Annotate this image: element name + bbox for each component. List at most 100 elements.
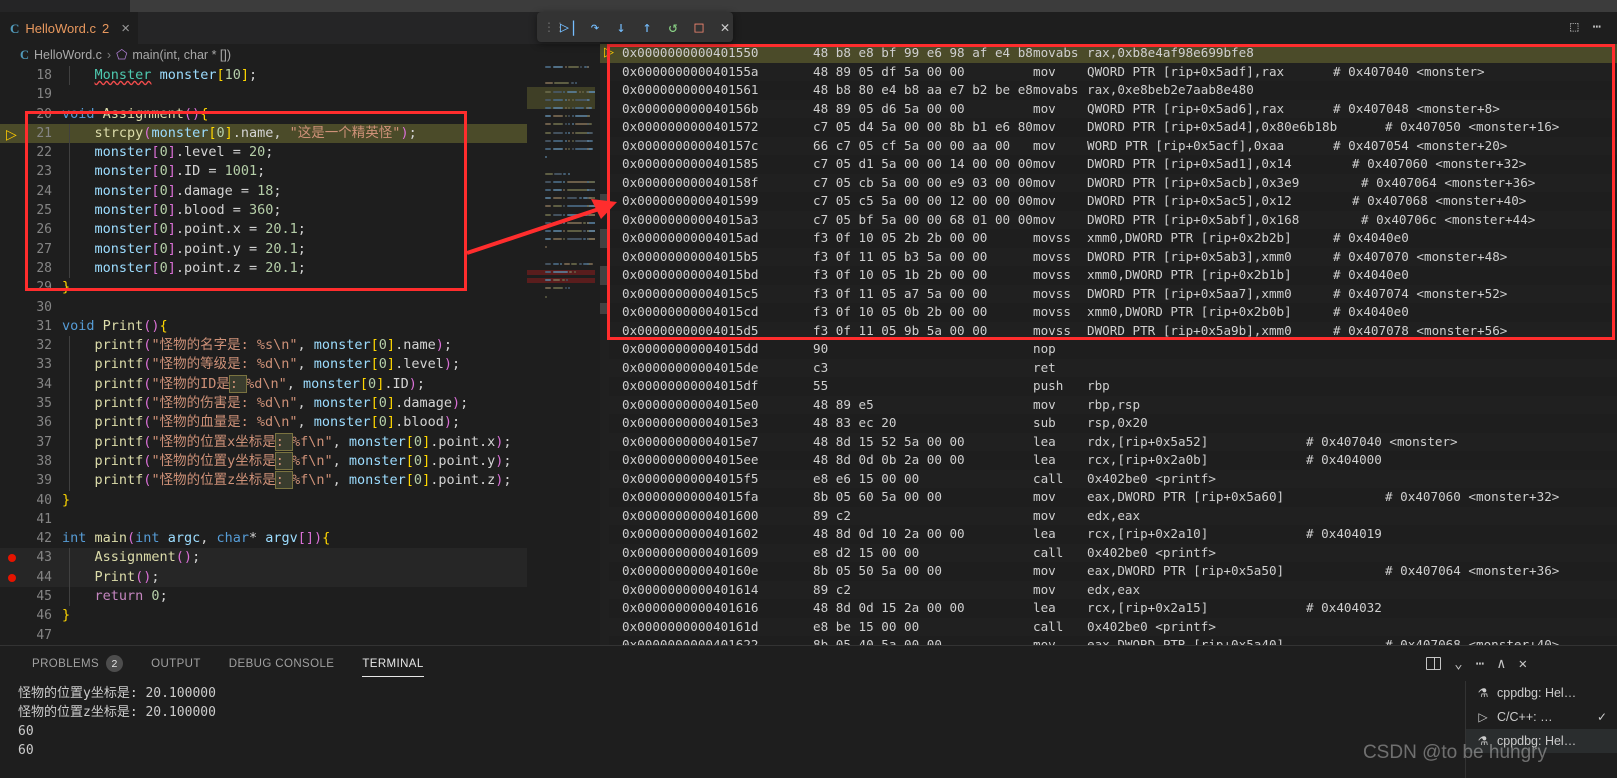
disassembly-row[interactable]: 0x00000000004015e7 48 8d 15 52 5a 00 00 le… [600,432,1617,451]
code-line[interactable]: 37 printf("怪物的位置x坐标是: %f\n", monster[0].… [0,432,600,452]
close-icon[interactable]: × [121,20,130,37]
minimap-line [571,98,574,101]
chevron-down-icon[interactable]: ⌄ [1454,656,1462,672]
continue-button[interactable]: ▷| [557,15,581,39]
maximize-panel-icon[interactable]: ∧ [1497,656,1505,672]
close-debug-button[interactable]: ✕ [713,15,737,39]
disassembly-row[interactable]: 0x000000000040157c 66 c7 05 cf 5a 00 00 a… [600,136,1617,155]
step-into-button[interactable]: ↓ [609,15,633,39]
disassembly-row[interactable]: ▷ 0x0000000000401550 48 b8 e8 bf 99 e6 98 … [600,44,1617,63]
disassembly-row[interactable]: 0x0000000000401609 e8 d2 15 00 00 call 0x40… [600,543,1617,562]
panel-tab-terminal[interactable]: TERMINAL [348,646,437,681]
disassembly-view[interactable]: ▷ 0x0000000000401550 48 b8 e8 bf 99 e6 98 … [600,44,1617,652]
split-editor-icon[interactable]: ⬚ [1570,19,1578,35]
code-line[interactable]: 47 [0,626,600,645]
disassembly-row[interactable]: 0x00000000004015cd f3 0f 10 05 0b 2b 00 0… [600,303,1617,322]
disassembly-row[interactable]: 0x00000000004015f5 e8 e6 15 00 00 call 0x40… [600,469,1617,488]
code-line[interactable]: 35 printf("怪物的伤害是: %d\n", monster[0].dam… [0,394,600,414]
disassembly-row[interactable]: 0x0000000000401572 c7 05 d4 5a 00 00 8b b… [600,118,1617,137]
more-actions-icon[interactable]: ⋯ [1476,656,1484,672]
disassembly-row[interactable]: 0x00000000004015dd 90 nop [600,340,1617,359]
code-line[interactable]: 31 void Print(){ [0,317,600,336]
disassembly-row[interactable]: 0x00000000004015e3 48 83 ec 20 sub rsp,0x20 [600,414,1617,433]
instruction-mnemonic: lea [1033,526,1056,541]
code-line[interactable]: 42 int main(int argc, char* argv[]){ [0,529,600,548]
panel-tab-problems[interactable]: PROBLEMS 2 [18,646,137,681]
code-line[interactable]: 27 monster[0].point.y = 20.1; [0,239,600,259]
code-line[interactable]: 26 monster[0].point.x = 20.1; [0,220,600,240]
drag-handle-icon[interactable]: ⋮⋮ [543,20,566,34]
minimap[interactable] [527,44,595,645]
code-line[interactable]: 18 Monster monster[10]; [0,66,600,86]
code-line[interactable]: 22 monster[0].level = 20; [0,143,600,163]
breadcrumb-symbol[interactable]: main(int, char * []) [132,48,231,62]
code-line[interactable]: 44 Print(); [0,567,600,588]
disassembly-row[interactable]: 0x00000000004015ee 48 8d 0d 0b 2a 00 00 le… [600,451,1617,470]
disassembly-row[interactable]: 0x000000000040156b 48 89 05 d6 5a 00 00 mo… [600,99,1617,118]
breadcrumb-file[interactable]: HelloWord.c [34,48,102,62]
code-line[interactable]: 28 monster[0].point.z = 20.1; [0,258,600,279]
disassembly-row[interactable]: 0x000000000040158f c7 05 cb 5a 00 00 e9 0… [600,173,1617,192]
code-editor[interactable]: 18 Monster monster[10]; 19 20 void Assignme… [0,66,600,645]
code-line[interactable]: 24 monster[0].damage = 18; [0,181,600,202]
code-line[interactable]: 23 monster[0].ID = 1001; [0,162,600,182]
disassembly-row[interactable]: 0x00000000004015fa 8b 05 60 5a 00 00 mov ea… [600,488,1617,507]
disassembly-row[interactable]: 0x0000000000401616 48 8d 0d 15 2a 00 00 le… [600,599,1617,618]
code-line[interactable]: 33 printf("怪物的等级是: %d\n", monster[0].lev… [0,355,600,375]
disassembly-row[interactable]: 0x00000000004015ad f3 0f 10 05 2b 2b 00 0… [600,229,1617,248]
step-over-button[interactable]: ↷ [583,15,607,39]
code-line[interactable]: 34 printf("怪物的ID是: %d\n", monster[0].ID)… [0,374,600,395]
disassembly-row[interactable]: 0x00000000004015de c3 ret [600,358,1617,377]
code-line[interactable]: 30 [0,298,600,317]
close-panel-icon[interactable]: ✕ [1519,656,1527,672]
code-line[interactable]: 39 printf("怪物的位置z坐标是: %f\n", monster[0].… [0,471,600,491]
debug-toolbar[interactable]: ⋮⋮ ▷| ↷ ↓ ↑ ↺ □ ✕ [537,12,733,42]
terminal-session-item[interactable]: ▷ C/C++: … ✓ [1466,705,1617,729]
window-controls[interactable] [1467,0,1617,12]
disassembly-row[interactable]: 0x000000000040155a 48 89 05 df 5a 00 00 mo… [600,62,1617,81]
restart-button[interactable]: ↺ [661,15,685,39]
code-line[interactable]: 29} [0,278,600,297]
disassembly-row[interactable]: 0x0000000000401599 c7 05 c5 5a 00 00 12 0… [600,192,1617,211]
code-text: } [62,491,70,510]
disassembly-row[interactable]: 0x00000000004015c5 f3 0f 11 05 a7 5a 00 0… [600,284,1617,303]
code-line[interactable]: 38 printf("怪物的位置y坐标是: %f\n", monster[0].… [0,451,600,472]
terminal-session-item[interactable]: ⚗ cppdbg: Hel… [1466,681,1617,705]
instruction-mnemonic: sub [1033,415,1056,430]
disassembly-row[interactable]: 0x00000000004015e0 48 89 e5 mov rbp,rsp [600,395,1617,414]
panel-tab-output[interactable]: OUTPUT [137,646,215,681]
panel-tab-debug-console[interactable]: DEBUG CONSOLE [215,646,349,681]
disassembly-row[interactable]: 0x0000000000401614 89 c2 mov edx,eax [600,580,1617,599]
tab-helloword-c[interactable]: C HelloWord.c 2 × [0,12,138,44]
disassembly-row[interactable]: 0x00000000004015b5 f3 0f 11 05 b3 5a 00 0… [600,247,1617,266]
disassembly-row[interactable]: 0x00000000004015df 55 push rbp [600,377,1617,396]
code-line[interactable]: 32 printf("怪物的名字是: %s\n", monster[0].nam… [0,336,600,356]
disassembly-row[interactable]: 0x00000000004015bd f3 0f 10 05 1b 2b 00 0… [600,266,1617,285]
code-line[interactable]: 20 void Assignment(){ [0,105,600,124]
disassembly-row[interactable]: 0x00000000004015d5 f3 0f 11 05 9b 5a 00 0… [600,321,1617,340]
disassembly-row[interactable]: 0x0000000000401561 48 b8 80 e4 b8 aa e7 b… [600,81,1617,100]
terminal-output[interactable]: 怪物的位置y坐标是: 20.100000 怪物的位置z坐标是: 20.100000… [18,684,1118,760]
more-actions-icon[interactable]: ⋯ [1593,19,1601,35]
disassembly-row[interactable]: 0x0000000000401600 89 c2 mov edx,eax [600,506,1617,525]
code-token: 0 [159,144,168,161]
code-line[interactable]: 41 [0,510,600,529]
step-out-button[interactable]: ↑ [635,15,659,39]
code-line[interactable]: 36 printf("怪物的血量是: %d\n", monster[0].blo… [0,413,600,433]
code-line[interactable]: 46} [0,606,600,625]
disassembly-row[interactable]: 0x0000000000401585 c7 05 d1 5a 00 00 14 0… [600,155,1617,174]
code-token: : [274,471,293,490]
code-text: monster[0].ID = 1001; [62,162,266,181]
split-terminal-icon[interactable] [1426,657,1442,670]
disassembly-row[interactable]: 0x00000000004015a3 c7 05 bf 5a 00 00 68 0… [600,210,1617,229]
disassembly-row[interactable]: 0x000000000040160e 8b 05 50 5a 00 00 mov ea… [600,562,1617,581]
code-line[interactable]: 43 Assignment(); [0,548,600,568]
code-line[interactable]: 45 return 0; [0,587,600,607]
code-line[interactable]: 19 [0,85,600,104]
code-line[interactable]: 40} [0,491,600,510]
disassembly-row[interactable]: 0x000000000040161d e8 be 15 00 00 call 0x40… [600,617,1617,636]
code-line[interactable]: 25 monster[0].blood = 360; [0,201,600,221]
disassembly-row[interactable]: 0x0000000000401602 48 8d 0d 10 2a 00 00 le… [600,525,1617,544]
stop-button[interactable]: □ [687,15,711,39]
code-line[interactable]: ▷ 21 strcpy(monster[0].name, "这是一个精英怪"); [0,123,600,144]
